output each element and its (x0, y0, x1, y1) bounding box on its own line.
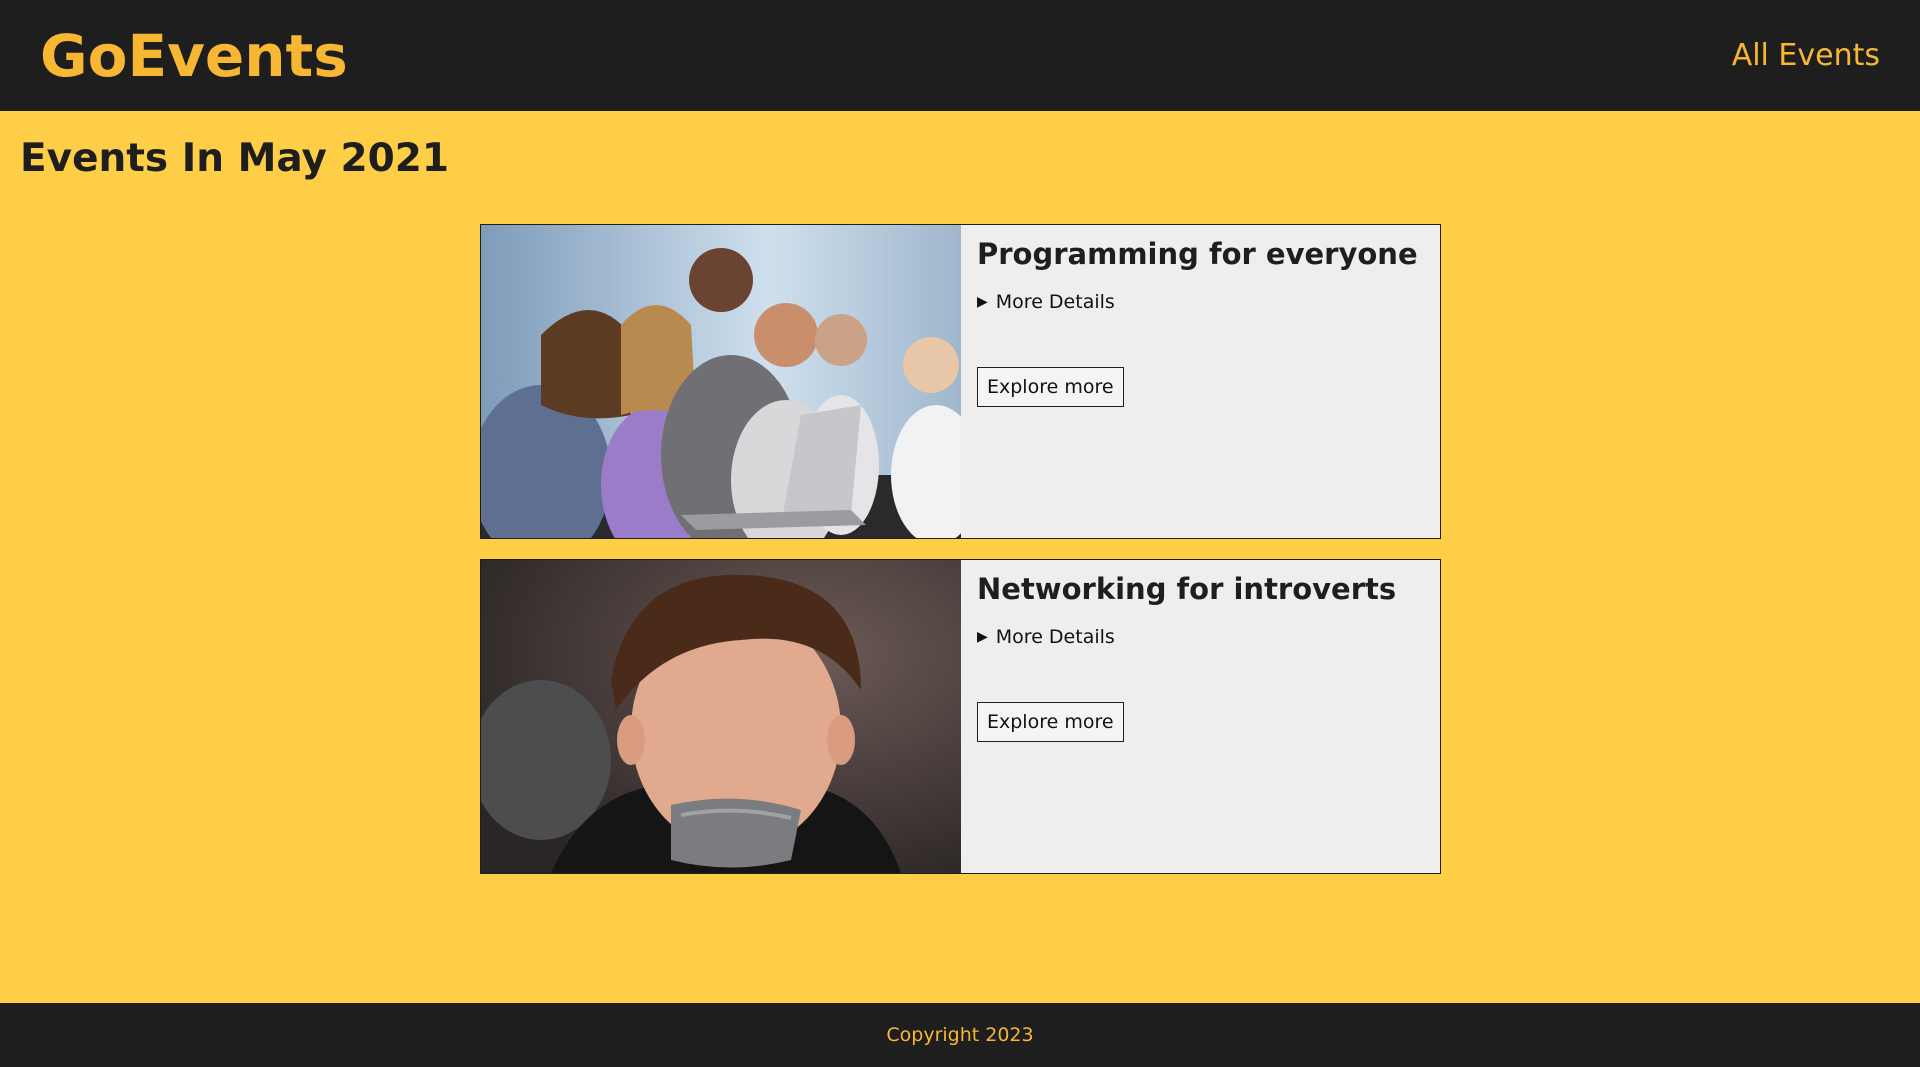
event-image (481, 225, 961, 538)
event-title: Programming for everyone (977, 237, 1418, 271)
group-laptop-photo-icon (481, 225, 961, 538)
more-details-label: More Details (995, 626, 1115, 648)
site-logo[interactable]: GoEvents (40, 22, 348, 90)
event-info: Programming for everyone ▶ More Details … (961, 225, 1440, 538)
explore-more-button[interactable]: Explore more (977, 702, 1124, 742)
site-header: GoEvents All Events (0, 0, 1920, 111)
all-events-link[interactable]: All Events (1732, 38, 1880, 73)
site-footer: Copyright 2023 (0, 1003, 1920, 1067)
copyright-text: Copyright 2023 (886, 1024, 1034, 1046)
events-list: Programming for everyone ▶ More Details … (480, 224, 1441, 894)
event-image (481, 560, 961, 873)
event-card: Networking for introverts ▶ More Details… (480, 559, 1441, 874)
event-info: Networking for introverts ▶ More Details… (961, 560, 1440, 873)
more-details-toggle[interactable]: ▶ More Details (977, 291, 1424, 313)
more-details-label: More Details (995, 291, 1115, 313)
event-card: Programming for everyone ▶ More Details … (480, 224, 1441, 539)
page-title: Events In May 2021 (20, 136, 450, 181)
taped-mouth-photo-icon (481, 560, 961, 873)
event-title: Networking for introverts (977, 572, 1397, 606)
explore-more-button[interactable]: Explore more (977, 367, 1124, 407)
disclosure-triangle-icon: ▶ (977, 294, 988, 310)
more-details-toggle[interactable]: ▶ More Details (977, 626, 1424, 648)
disclosure-triangle-icon: ▶ (977, 629, 988, 645)
